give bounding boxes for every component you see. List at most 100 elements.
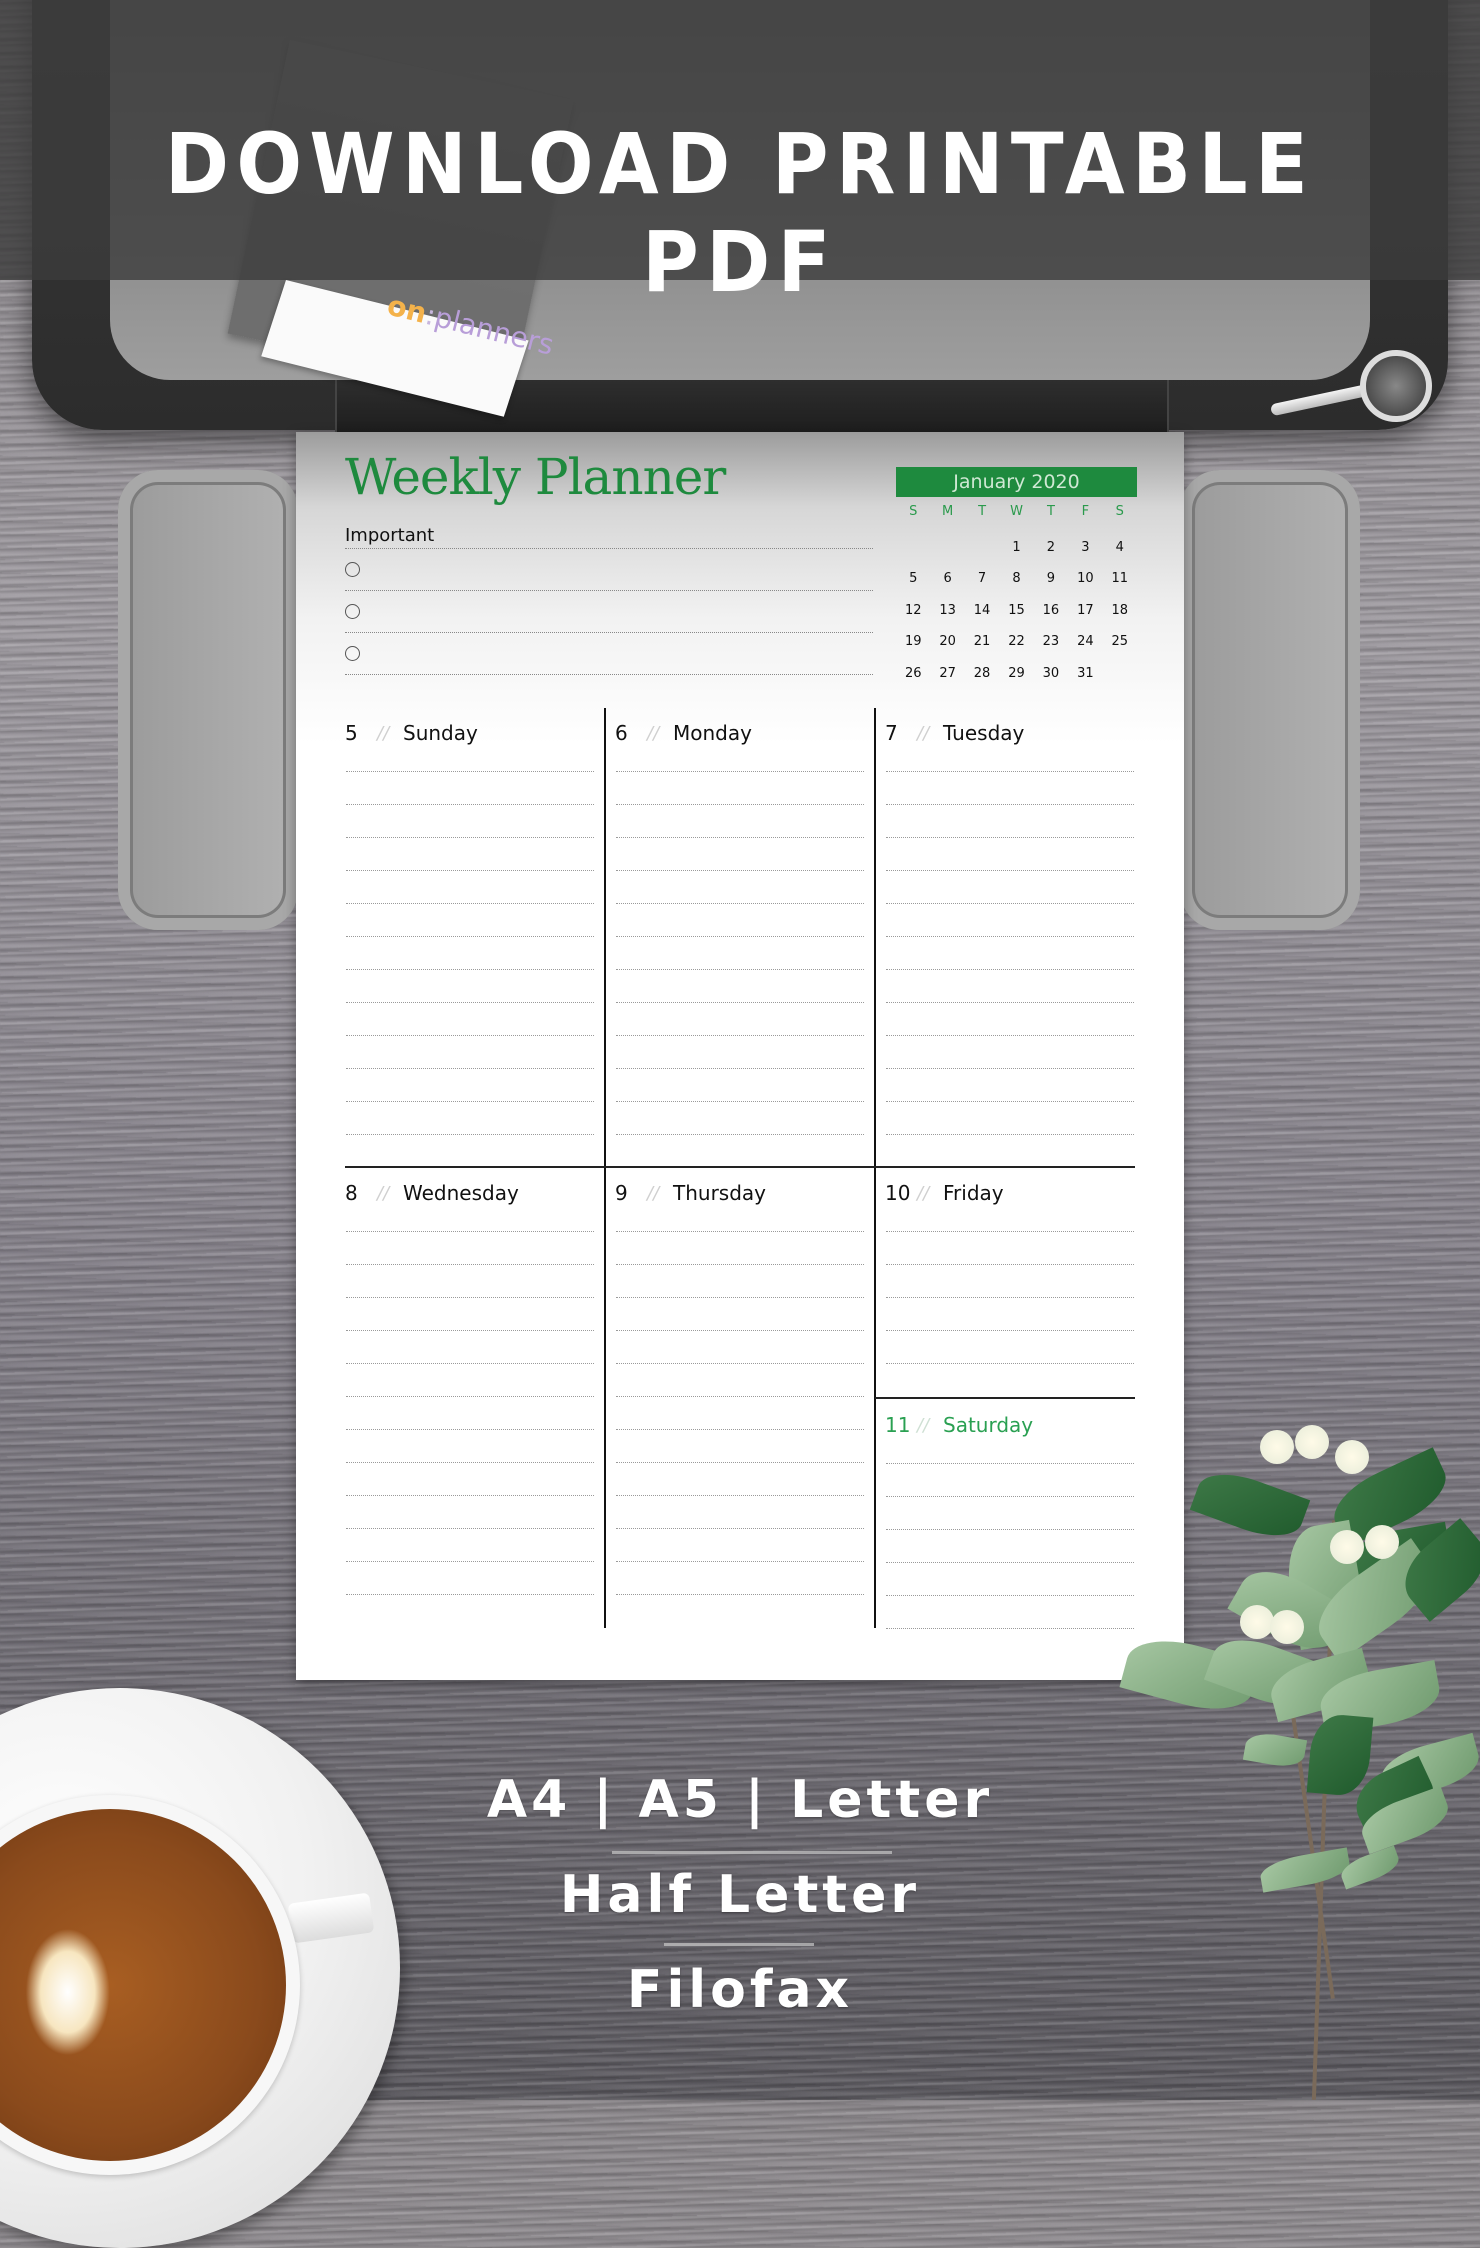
mini-calendar-day[interactable]: 27 xyxy=(930,658,964,690)
mini-calendar-day[interactable]: 28 xyxy=(965,658,999,690)
note-line[interactable] xyxy=(616,837,864,838)
note-line[interactable] xyxy=(886,1297,1134,1298)
note-line[interactable] xyxy=(886,1068,1134,1069)
important-line[interactable] xyxy=(345,590,873,591)
note-line[interactable] xyxy=(886,1002,1134,1003)
mini-calendar-day[interactable]: 15 xyxy=(999,595,1033,627)
mini-calendar-day[interactable]: 23 xyxy=(1034,626,1068,658)
important-line[interactable] xyxy=(345,632,873,633)
note-line[interactable] xyxy=(886,1529,1134,1530)
note-line[interactable] xyxy=(886,1035,1134,1036)
note-line[interactable] xyxy=(886,870,1134,871)
note-line[interactable] xyxy=(616,1264,864,1265)
note-line[interactable] xyxy=(886,1628,1134,1629)
note-line[interactable] xyxy=(886,1595,1134,1596)
note-line[interactable] xyxy=(616,1330,864,1331)
note-line[interactable] xyxy=(346,1528,594,1529)
note-line[interactable] xyxy=(886,1330,1134,1331)
note-line[interactable] xyxy=(616,1594,864,1595)
note-line[interactable] xyxy=(346,1101,594,1102)
note-line[interactable] xyxy=(616,1528,864,1529)
note-line[interactable] xyxy=(616,969,864,970)
note-line[interactable] xyxy=(886,1101,1134,1102)
note-line[interactable] xyxy=(346,1561,594,1562)
note-line[interactable] xyxy=(886,1264,1134,1265)
mini-calendar-day[interactable]: 25 xyxy=(1103,626,1137,658)
mini-calendar-day[interactable]: 19 xyxy=(896,626,930,658)
mini-calendar-day[interactable]: 18 xyxy=(1103,595,1137,627)
note-line[interactable] xyxy=(886,804,1134,805)
note-line[interactable] xyxy=(886,1363,1134,1364)
note-line[interactable] xyxy=(346,1495,594,1496)
note-line[interactable] xyxy=(346,837,594,838)
note-line[interactable] xyxy=(886,771,1134,772)
note-line[interactable] xyxy=(346,1297,594,1298)
note-line[interactable] xyxy=(346,903,594,904)
mini-calendar-day[interactable]: 26 xyxy=(896,658,930,690)
note-line[interactable] xyxy=(616,1429,864,1430)
note-line[interactable] xyxy=(616,1495,864,1496)
note-line[interactable] xyxy=(616,903,864,904)
note-line[interactable] xyxy=(346,1264,594,1265)
note-line[interactable] xyxy=(346,1035,594,1036)
note-line[interactable] xyxy=(616,1363,864,1364)
note-line[interactable] xyxy=(616,1002,864,1003)
mini-calendar-day[interactable]: 1 xyxy=(999,532,1033,564)
important-line[interactable] xyxy=(345,674,873,675)
note-line[interactable] xyxy=(616,771,864,772)
note-line[interactable] xyxy=(886,1496,1134,1497)
mini-calendar-day[interactable]: 31 xyxy=(1068,658,1102,690)
note-line[interactable] xyxy=(346,870,594,871)
note-line[interactable] xyxy=(346,1429,594,1430)
note-line[interactable] xyxy=(886,903,1134,904)
note-line[interactable] xyxy=(346,1462,594,1463)
note-line[interactable] xyxy=(886,1463,1134,1464)
mini-calendar-day[interactable]: 4 xyxy=(1103,532,1137,564)
note-line[interactable] xyxy=(346,1068,594,1069)
mini-calendar-day[interactable]: 5 xyxy=(896,563,930,595)
important-checkbox[interactable] xyxy=(345,562,360,577)
note-line[interactable] xyxy=(346,1363,594,1364)
note-line[interactable] xyxy=(886,837,1134,838)
note-line[interactable] xyxy=(886,1562,1134,1563)
note-line[interactable] xyxy=(616,804,864,805)
mini-calendar-day[interactable]: 6 xyxy=(930,563,964,595)
mini-calendar-day[interactable]: 13 xyxy=(930,595,964,627)
mini-calendar-day[interactable]: 9 xyxy=(1034,563,1068,595)
mini-calendar-day[interactable]: 30 xyxy=(1034,658,1068,690)
note-line[interactable] xyxy=(346,1396,594,1397)
mini-calendar-day[interactable]: 7 xyxy=(965,563,999,595)
note-line[interactable] xyxy=(346,936,594,937)
note-line[interactable] xyxy=(616,936,864,937)
note-line[interactable] xyxy=(346,1330,594,1331)
important-checkbox[interactable] xyxy=(345,604,360,619)
note-line[interactable] xyxy=(886,969,1134,970)
note-line[interactable] xyxy=(346,804,594,805)
download-title[interactable]: DOWNLOAD PRINTABLE PDF xyxy=(59,115,1421,311)
note-line[interactable] xyxy=(616,1101,864,1102)
note-line[interactable] xyxy=(616,1396,864,1397)
mini-calendar-day[interactable]: 16 xyxy=(1034,595,1068,627)
note-line[interactable] xyxy=(886,936,1134,937)
note-line[interactable] xyxy=(616,1035,864,1036)
note-line[interactable] xyxy=(346,771,594,772)
note-line[interactable] xyxy=(346,969,594,970)
mini-calendar-day[interactable]: 14 xyxy=(965,595,999,627)
note-line[interactable] xyxy=(616,1462,864,1463)
note-line[interactable] xyxy=(616,1561,864,1562)
note-line[interactable] xyxy=(346,1231,594,1232)
note-line[interactable] xyxy=(616,1231,864,1232)
important-checkbox[interactable] xyxy=(345,646,360,661)
mini-calendar-day[interactable]: 20 xyxy=(930,626,964,658)
mini-calendar-day[interactable]: 21 xyxy=(965,626,999,658)
note-line[interactable] xyxy=(616,1134,864,1135)
note-line[interactable] xyxy=(616,1297,864,1298)
mini-calendar-day[interactable]: 10 xyxy=(1068,563,1102,595)
note-line[interactable] xyxy=(886,1134,1134,1135)
note-line[interactable] xyxy=(346,1134,594,1135)
note-line[interactable] xyxy=(616,1068,864,1069)
mini-calendar-day[interactable]: 8 xyxy=(999,563,1033,595)
note-line[interactable] xyxy=(886,1231,1134,1232)
mini-calendar-day[interactable]: 3 xyxy=(1068,532,1102,564)
mini-calendar-day[interactable]: 29 xyxy=(999,658,1033,690)
